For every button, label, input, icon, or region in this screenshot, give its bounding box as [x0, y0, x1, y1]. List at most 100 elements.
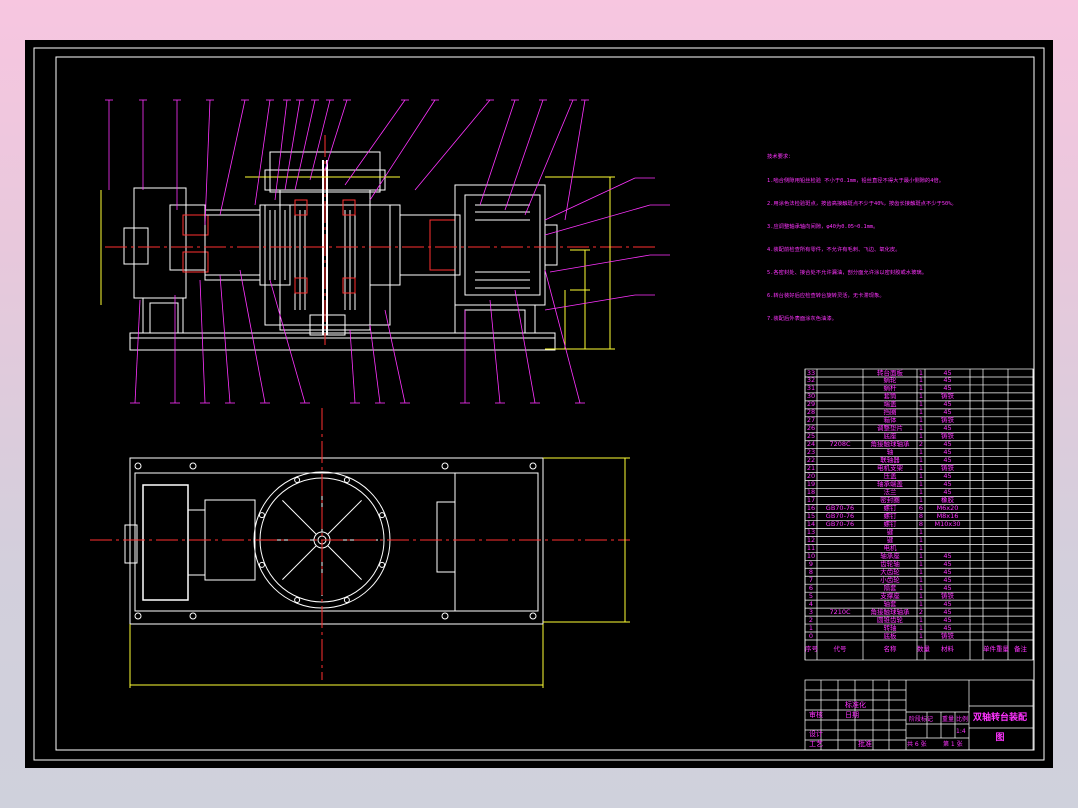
bom-row-qty: 1 — [918, 623, 924, 632]
bom-row-number: 25 — [806, 432, 816, 441]
bom-row-number: 16 — [806, 504, 816, 512]
leader-line — [219, 274, 231, 404]
leader-line — [544, 177, 636, 221]
leader-line — [349, 329, 356, 404]
bom-row-material: 45 — [943, 559, 952, 568]
sheet-total: 共 6 张 — [907, 741, 927, 748]
bom-row-name: 齿轮轴 — [880, 559, 900, 568]
leader-line — [514, 289, 536, 404]
bom-header-unit-weight: 单件重量 — [983, 645, 1009, 653]
leader-line — [489, 299, 501, 404]
bom-row-number: 22 — [806, 456, 816, 465]
bom-row-number: 27 — [806, 416, 816, 425]
bom-row-material: 45 — [943, 448, 952, 457]
plan-view — [90, 408, 630, 688]
bom-row-number: 5 — [808, 591, 814, 600]
bolt-hole — [294, 597, 301, 604]
bom-row-name: 角接触球轴承 — [870, 607, 910, 616]
spoke-line — [327, 500, 362, 535]
bom-row-material: 铸铁 — [941, 631, 954, 640]
bom-row-number: 8 — [808, 567, 814, 576]
drawing-title: 双轴转台装配图 — [972, 713, 1027, 743]
bom-row-material: M10x30 — [934, 519, 961, 528]
bom-row-number: 29 — [806, 400, 816, 409]
bom-row-number: 12 — [806, 535, 816, 544]
bolt-hole — [343, 476, 350, 483]
bom-row-qty: 1 — [918, 527, 924, 536]
technical-requirements: 技术要求： 1.啮合侧隙用铅丝检验 不小于0.1mm，铅丝直径不得大于最小侧隙的… — [767, 139, 1007, 339]
scale-value: 1:4 — [956, 728, 966, 735]
bom-row-material: 45 — [943, 472, 952, 481]
bom-row-number: 26 — [806, 424, 816, 433]
note-line: 5.各密封处、接合处不允许漏油，剖分面允许涂以密封胶或水玻璃。 — [767, 269, 927, 276]
bom-row-number: 17 — [806, 496, 816, 505]
bom-row-code: 7208C — [829, 440, 851, 449]
bom-row-number: 23 — [806, 448, 816, 457]
bom-row-qty: 1 — [918, 400, 924, 409]
leader-line — [549, 254, 651, 273]
bom-row-qty: 1 — [918, 496, 924, 505]
leader-line — [524, 99, 574, 216]
bom-row-qty: 8 — [918, 519, 924, 528]
bom-row-material: 45 — [943, 583, 952, 592]
bom-row-number: 19 — [806, 480, 816, 489]
bom-row-qty: 1 — [918, 543, 924, 552]
bom-row-qty: 1 — [918, 551, 924, 560]
bom-row-code: 7210C — [829, 607, 851, 616]
bom-row-qty: 8 — [918, 511, 924, 520]
bom-row-name: 小齿轮 — [880, 575, 900, 584]
bolt-hole — [294, 476, 301, 483]
bom-row-material: 铸铁 — [941, 591, 954, 600]
note-line: 7.装配后外表面涂灰色油漆。 — [767, 316, 837, 323]
leader-line — [564, 99, 586, 221]
checker-label: 审核 — [809, 711, 823, 719]
bom-row-number: 4 — [808, 599, 814, 608]
corner-bolt — [134, 462, 142, 470]
bom-row-qty: 1 — [918, 456, 924, 465]
bom-row-name: 轴承座 — [880, 551, 900, 560]
bom-row-number: 11 — [806, 543, 816, 552]
bom-row-qty: 1 — [918, 464, 924, 473]
bom-header-code: 代号 — [833, 645, 847, 653]
note-line: 1.啮合侧隙用铅丝检验 不小于0.1mm，铅丝直径不得大于最小侧隙的4倍。 — [767, 177, 945, 184]
corner-bolt — [189, 462, 197, 470]
bolt-hole — [258, 512, 265, 519]
bom-row-qty: 1 — [918, 567, 924, 576]
bom-row-material: 45 — [943, 376, 952, 385]
leader-line — [274, 99, 288, 201]
bom-row-name: 法兰 — [883, 488, 897, 497]
drawing-sheet: 技术要求： 1.啮合侧隙用铅丝检验 不小于0.1mm，铅丝直径不得大于最小侧隙的… — [25, 40, 1053, 768]
spoke-line — [282, 545, 317, 580]
bom-row-number: 24 — [806, 440, 816, 449]
signature-label: 标准化 — [845, 701, 866, 709]
bom-header-name: 名称 — [883, 645, 897, 653]
bom-row-name: 转轴 — [883, 623, 897, 632]
bom-row-qty: 1 — [918, 575, 924, 584]
designer-label: 设计 — [809, 730, 823, 738]
corner-bolt — [441, 612, 449, 620]
bom-row-number: 13 — [806, 527, 816, 536]
bom-row-material: 45 — [943, 368, 952, 377]
leader-line — [204, 99, 211, 226]
bom-row-name: 电机 — [883, 543, 897, 552]
spoke-line — [282, 500, 317, 535]
leader-line — [324, 99, 348, 171]
bom-row-number: 32 — [806, 376, 816, 385]
bom-row-number: 14 — [806, 519, 816, 528]
plan-corner-bolts — [134, 462, 537, 620]
bom-header-qty: 数量 — [917, 645, 930, 653]
bom-row-qty: 1 — [918, 432, 924, 441]
bom-row-number: 15 — [806, 511, 816, 520]
bom-header-no: 序号 — [805, 645, 818, 653]
bom-row-name: 螺钉 — [883, 519, 897, 528]
bom-row-number: 0 — [808, 631, 814, 640]
bom-row-material: 45 — [943, 488, 952, 497]
note-line: 4.装配前检查所有零件，不允许有毛刺、飞边、氧化皮。 — [767, 246, 901, 253]
leader-line — [504, 99, 544, 211]
bom-row-number: 9 — [808, 559, 814, 568]
corner-bolt — [134, 612, 142, 620]
approved-label: 批准 — [858, 740, 872, 748]
bom-row-qty: 1 — [918, 535, 924, 544]
leader-line — [369, 324, 381, 404]
corner-bolt — [441, 462, 449, 470]
